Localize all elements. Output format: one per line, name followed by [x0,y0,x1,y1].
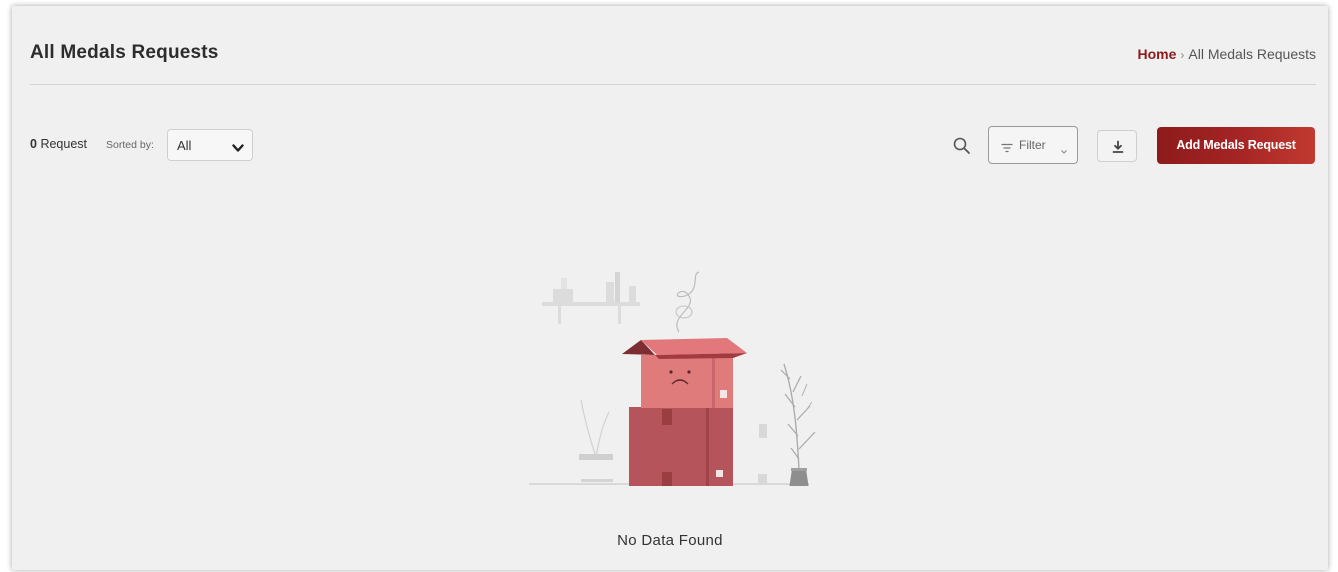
breadcrumb-home-link[interactable]: Home [1137,46,1176,62]
page-header: All Medals Requests Home › All Medals Requ… [30,6,1316,85]
chevron-down-icon [1060,142,1068,160]
search-icon[interactable] [952,136,972,156]
sort-select[interactable]: All [167,129,253,161]
request-count: 0 Request [30,137,87,151]
sad-box-illustration [529,271,816,486]
filter-lines-icon [1001,140,1013,158]
filter-button[interactable]: Filter [988,126,1078,164]
empty-state-message: No Data Found [617,532,723,549]
breadcrumb-current: All Medals Requests [1188,46,1316,62]
download-icon [1112,140,1124,153]
breadcrumb: Home › All Medals Requests [1137,46,1316,62]
page-title: All Medals Requests [30,42,219,63]
sort-select-value: All [177,138,192,153]
chevron-down-icon [232,140,244,158]
content-panel: All Medals Requests Home › All Medals Requ… [12,6,1328,570]
filter-label: Filter [1019,138,1046,152]
list-toolbar: 0 Request Sorted by: All Filter Add Meda… [30,126,1316,166]
sorted-by-label: Sorted by: [106,139,154,151]
request-count-number: 0 [30,137,37,151]
download-button[interactable] [1097,130,1137,162]
request-count-label: Request [40,137,87,151]
add-medals-request-button[interactable]: Add Medals Request [1157,127,1315,164]
breadcrumb-separator: › [1180,48,1185,62]
